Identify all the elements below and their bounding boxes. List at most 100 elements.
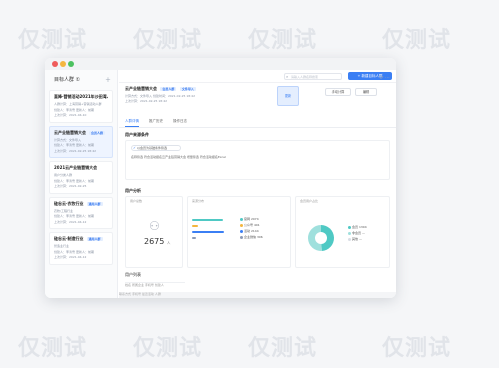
audience-item-meta: 上次计算：2021-04-12: [54, 219, 87, 224]
watermark: 仅测试: [248, 336, 318, 361]
legend-swatch: [348, 237, 351, 241]
watermark: 仅测试: [248, 28, 318, 53]
close-window-button[interactable]: [52, 61, 58, 67]
analysis-section: 用户分析 用户总数 ⚇ 2675 人 来源分布 官网 2074 公众号 401 活动…: [125, 188, 390, 268]
legend-value: 306: [256, 235, 263, 239]
audience-item-meta: 用户分类人群: [54, 173, 73, 177]
source-legend-item: 活动 2144: [240, 229, 259, 233]
toolbar: ⌕ 请输入人群名称搜索 + 新建目标人群: [119, 70, 396, 83]
audience-item-meta: 创建人：李清雪 更新人：前期: [54, 214, 94, 218]
source-condition-label: 以会员为基础条件筛选: [137, 146, 168, 150]
legend-value: 1304: [358, 225, 367, 229]
source-condition-chip[interactable]: ✓ 以会员为基础条件筛选: [131, 145, 181, 151]
audience-type-badge: 通用人群: [86, 237, 103, 241]
tab-audience-detail[interactable]: 人群详情: [125, 119, 139, 127]
audience-list-item[interactable]: 2021云产业链营销大会 用户分类人群 创建人：李清雪 更新人：前期 上次计算：…: [49, 161, 113, 194]
audience-item-meta: 创建人：李清雪 更新人：前期: [54, 143, 94, 147]
audience-item-title: 直降·营销活动2021年沙田湾人群: [54, 94, 108, 99]
plus-icon[interactable]: ＋: [105, 75, 111, 84]
audience-item-meta: 创建人：李清雪 更新人：前期: [54, 178, 94, 183]
detail-title: 云产业链营销大会 会员人群 文件导入: [125, 86, 196, 92]
legend-name: 会员: [352, 225, 359, 229]
legend-name: 其他: [352, 237, 359, 241]
audience-type-badge: 通用人群: [86, 201, 103, 206]
audience-item-meta: 人群计算：上海营销+营销活动人群: [54, 102, 102, 106]
watermark: 仅测试: [382, 336, 452, 361]
audience-item-meta: 创建人：李清雪 更新人：前期: [54, 249, 94, 254]
window-titlebar: [45, 58, 396, 70]
audience-item-meta: 上次计算：2021-04-10: [54, 113, 87, 117]
legend-value: —: [358, 237, 362, 241]
tab-operation-log[interactable]: 操作日志: [173, 119, 187, 126]
watermark: 仅测试: [18, 336, 88, 361]
legend-value: 2144: [250, 229, 259, 233]
legend-value: —: [361, 231, 365, 235]
legend-name: 活动: [244, 229, 251, 233]
source-bar-3: [192, 237, 196, 239]
audience-item-title: 硅谷云·制造行业 通用人群: [54, 236, 108, 242]
detail-meta: 计算方式：文件导入 创建时间：2021-02-25 18:42: [125, 94, 195, 98]
legend-swatch: [348, 225, 351, 229]
edit-button[interactable]: 编辑: [355, 88, 377, 96]
audience-item-meta: 智造业行业: [54, 244, 70, 248]
minimize-window-button[interactable]: [60, 61, 66, 67]
audience-item-title: 硅谷云·农牧行业 通用人群: [54, 201, 108, 207]
member-ratio-label: 会员用户占比: [300, 199, 319, 203]
search-icon: ⌕: [286, 74, 289, 79]
source-bar-1: [192, 225, 198, 227]
donut-legend-item: 会员 1304: [348, 225, 367, 229]
analysis-section-title: 用户分析: [125, 188, 141, 193]
total-users-value: 2675 人: [144, 237, 170, 246]
total-users-label: 用户总数: [130, 199, 143, 203]
audience-item-name: 云产业链营销大会: [54, 129, 86, 135]
source-bar-2: [192, 231, 224, 233]
detail-tabs: 人群详情 推广历史 操作日志: [119, 118, 396, 128]
user-list-title: 用户列表: [125, 272, 141, 277]
total-users-number: 2675: [144, 237, 165, 246]
legend-swatch: [240, 235, 243, 239]
audience-item-title: 云产业链营销大会 会员人群: [54, 130, 108, 136]
audience-item-meta: 上次计算：2021-02-25: [54, 184, 87, 188]
detail-actions: ⟳ ⋯: [379, 75, 390, 81]
audience-list-item[interactable]: 硅谷云·农牧行业 通用人群 农牧/工程行业 创建人：李清雪 更新人：前期 上次计算…: [49, 196, 113, 229]
source-distribution-label: 来源分布: [192, 199, 205, 203]
audience-list-item-selected[interactable]: 云产业链营销大会 会员人群 计算方式：文件导入 创建人：李清雪 更新人：前期 上次…: [49, 125, 113, 158]
search-placeholder: 请输入人群名称搜索: [291, 75, 319, 79]
audience-list-item[interactable]: 硅谷云·制造行业 通用人群 智造业行业 创建人：李清雪 更新人：前期 上次计算：2…: [49, 232, 113, 265]
audience-type-badge: 会员人群: [160, 87, 177, 91]
main-content: ⌕ 请输入人群名称搜索 + 新建目标人群 云产业链营销大会 会员人群 文件导入 …: [119, 70, 396, 298]
member-ratio-donut: [308, 225, 335, 251]
member-ratio-panel: 会员用户占比 会员 1304 非会员 — 其他 —: [295, 196, 390, 268]
maximize-window-button[interactable]: [68, 61, 74, 67]
legend-name: 企业微信: [244, 235, 257, 239]
source-section-title: 用户来源条件: [125, 132, 149, 137]
legend-name: 公众号: [244, 223, 254, 227]
search-input[interactable]: ⌕ 请输入人群名称搜索: [284, 73, 342, 80]
recalculate-button[interactable]: 更新: [277, 86, 299, 106]
source-bar-0: [192, 219, 223, 221]
legend-swatch: [240, 217, 243, 221]
audience-sidebar: 目标人群 ① ＋ 直降·营销活动2021年沙田湾人群 人群计算：上海营销+营销活…: [45, 70, 118, 298]
watermark: 仅测试: [382, 28, 452, 53]
watermark: 仅测试: [133, 336, 203, 361]
legend-value: 401: [253, 223, 260, 227]
user-list-header: 姓名 所属企业 手机号 创建人: [125, 282, 185, 288]
bottom-strip: 联系方式 手机号 最近活动 人群: [119, 292, 396, 298]
audience-list-item[interactable]: 直降·营销活动2021年沙田湾人群 人群计算：上海营销+营销活动人群 创建人：李…: [49, 90, 113, 123]
donut-hole: [315, 232, 327, 244]
source-legend-item: 公众号 401: [240, 223, 260, 227]
refresh-icon[interactable]: ⟳: [379, 75, 383, 81]
audience-item-title: 2021云产业链营销大会: [54, 165, 98, 170]
more-icon[interactable]: ⋯: [385, 75, 390, 81]
audience-item-meta: 上次计算：2021-04-12: [54, 255, 87, 259]
manual-calculate-button[interactable]: 手动计算: [325, 88, 351, 96]
user-group-icon: ⚇: [149, 219, 160, 233]
audience-item-name: 硅谷云·农牧行业: [54, 200, 84, 206]
detail-meta: 上次计算：2021-02-25 18:42: [125, 99, 168, 103]
legend-swatch: [240, 223, 243, 227]
watermark: 仅测试: [133, 28, 203, 53]
import-method-badge: 文件导入: [179, 87, 196, 91]
legend-swatch: [348, 231, 351, 235]
page: 仅测试 仅测试 仅测试 仅测试 仅测试 仅测试 仅测试 仅测试 目标人群 ① ＋…: [0, 0, 499, 368]
tab-promotion-history[interactable]: 推广历史: [149, 119, 163, 126]
